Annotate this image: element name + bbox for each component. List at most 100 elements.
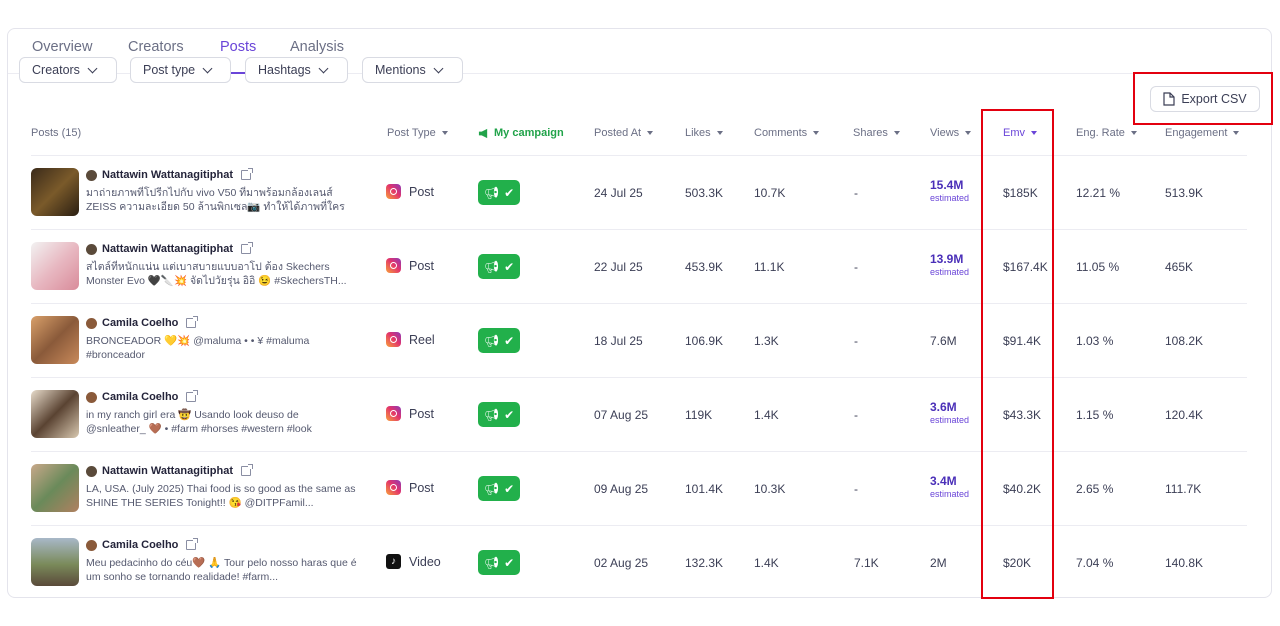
instagram-icon [386, 406, 401, 421]
post-thumbnail[interactable] [31, 242, 79, 290]
avatar [86, 317, 97, 329]
shares: - [854, 334, 858, 348]
chevron-down-icon [433, 63, 444, 73]
external-link-icon[interactable] [240, 242, 253, 254]
header-engagement[interactable]: Engagement [1165, 127, 1240, 139]
header-posted-at[interactable]: Posted At [594, 127, 654, 139]
creator-name[interactable]: Nattawin Wattanagitiphat [86, 168, 253, 181]
header-comments[interactable]: Comments [754, 127, 820, 139]
header-shares[interactable]: Shares [853, 127, 900, 139]
sort-caret-icon [965, 131, 972, 135]
external-link-icon[interactable] [186, 538, 199, 550]
posted-at: 22 Jul 25 [594, 260, 643, 274]
shares: - [854, 482, 858, 496]
megaphone-icon: 📢︎ [483, 259, 500, 274]
views: 3.6M estimated [930, 400, 970, 425]
views: 2M [930, 556, 947, 570]
campaign-badge[interactable]: 📢︎ ✔ [478, 254, 520, 279]
external-link-icon[interactable] [186, 390, 199, 402]
hashtags-filter[interactable]: Hashtags [245, 57, 348, 83]
campaign-badge[interactable]: 📢︎ ✔ [478, 180, 520, 205]
avatar [86, 243, 97, 255]
check-icon: ✔ [504, 407, 515, 422]
post-thumbnail[interactable] [31, 538, 79, 586]
mentions-filter[interactable]: Mentions [362, 57, 463, 83]
post-type-filter[interactable]: Post type [130, 57, 231, 83]
post-caption: มาถ่ายภาพที่โปรีกไปกับ vivo V50 ที่มาพร้… [86, 187, 345, 213]
eng-rate: 2.65 % [1076, 482, 1114, 496]
creator-name[interactable]: Camila Coelho [86, 538, 199, 551]
eng-rate: 11.05 % [1076, 260, 1120, 274]
posted-at: 18 Jul 25 [594, 334, 643, 348]
table-row[interactable]: Nattawin Wattanagitiphat มาถ่ายภาพที่โปร… [31, 155, 1247, 230]
header-eng-rate[interactable]: Eng. Rate [1076, 127, 1137, 139]
shares: - [854, 408, 858, 422]
header-posts: Posts (15) [31, 127, 82, 139]
external-link-icon[interactable] [240, 168, 253, 180]
external-link-icon[interactable] [240, 464, 253, 476]
post-thumbnail[interactable] [31, 390, 79, 438]
post-thumbnail[interactable] [31, 168, 79, 216]
engagement: 108.2K [1165, 334, 1204, 348]
avatar [86, 169, 97, 181]
creator-name[interactable]: Nattawin Wattanagitiphat [86, 242, 253, 255]
eng-rate: 1.03 % [1076, 334, 1114, 348]
engagement: 140.8K [1165, 556, 1204, 570]
comments: 1.4K [754, 408, 779, 422]
header-likes[interactable]: Likes [685, 127, 723, 139]
engagement: 111.7K [1165, 482, 1202, 496]
avatar [86, 391, 97, 403]
sort-caret-icon [1130, 131, 1137, 135]
post-thumbnail[interactable] [31, 464, 79, 512]
check-icon: ✔ [504, 185, 515, 200]
shares: - [854, 186, 858, 200]
post-thumbnail[interactable] [31, 316, 79, 364]
campaign-badge[interactable]: 📢︎ ✔ [478, 402, 520, 427]
header-views[interactable]: Views [930, 127, 972, 139]
comments: 1.3K [754, 334, 779, 348]
external-link-icon[interactable] [186, 316, 199, 328]
avatar [86, 465, 97, 477]
table-row[interactable]: Camila Coelho Meu pedacinho do céu🤎 🙏 To… [31, 525, 1247, 600]
tiktok-icon: ♪ [386, 554, 401, 569]
sort-caret-icon [813, 131, 820, 135]
megaphone-icon: 📢︎ [483, 333, 500, 348]
instagram-icon [386, 184, 401, 199]
creator-name[interactable]: Nattawin Wattanagitiphat [86, 464, 253, 477]
campaign-badge[interactable]: 📢︎ ✔ [478, 328, 520, 353]
post-caption: สไตล์ที่หนักแน่น แต่เบาสบายแบบอาโป ต้อง … [86, 261, 347, 287]
check-icon: ✔ [504, 333, 515, 348]
comments: 10.7K [754, 186, 786, 200]
eng-rate: 12.21 % [1076, 186, 1121, 200]
post-type: Post [386, 406, 434, 421]
views: 7.6M [930, 334, 957, 348]
posted-at: 09 Aug 25 [594, 482, 649, 496]
views: 3.4M estimated [930, 474, 970, 499]
creator-name[interactable]: Camila Coelho [86, 316, 199, 329]
header-post-type[interactable]: Post Type [387, 127, 448, 139]
creator-name[interactable]: Camila Coelho [86, 390, 199, 403]
shares: 7.1K [854, 556, 879, 570]
table-row[interactable]: Camila Coelho BRONCEADOR 💛💥 @maluma • • … [31, 303, 1247, 378]
sort-caret-icon [716, 131, 723, 135]
megaphone-icon: 📢︎ [483, 481, 500, 496]
megaphone-icon: 📢︎ [483, 407, 500, 422]
campaign-badge[interactable]: 📢︎ ✔ [478, 550, 520, 575]
emv-highlight-box [981, 109, 1054, 599]
avatar [86, 539, 97, 551]
creators-filter[interactable]: Creators [19, 57, 117, 83]
engagement: 465K [1165, 260, 1194, 274]
comments: 1.4K [754, 556, 779, 570]
post-caption: BRONCEADOR 💛💥 @maluma • • ¥ #maluma #bro… [86, 335, 310, 361]
posted-at: 02 Aug 25 [594, 556, 649, 570]
instagram-icon [386, 258, 401, 273]
sort-caret-icon [1233, 131, 1240, 135]
table-row[interactable]: Nattawin Wattanagitiphat สไตล์ที่หนักแน่… [31, 229, 1247, 304]
table-row[interactable]: Nattawin Wattanagitiphat LA, USA. (July … [31, 451, 1247, 526]
table-row[interactable]: Camila Coelho in my ranch girl era 🤠 Usa… [31, 377, 1247, 452]
post-type: ♪ Video [386, 554, 441, 569]
posted-at: 24 Jul 25 [594, 186, 643, 200]
likes: 503.3K [685, 186, 724, 200]
sort-caret-icon [647, 131, 654, 135]
campaign-badge[interactable]: 📢︎ ✔ [478, 476, 520, 501]
